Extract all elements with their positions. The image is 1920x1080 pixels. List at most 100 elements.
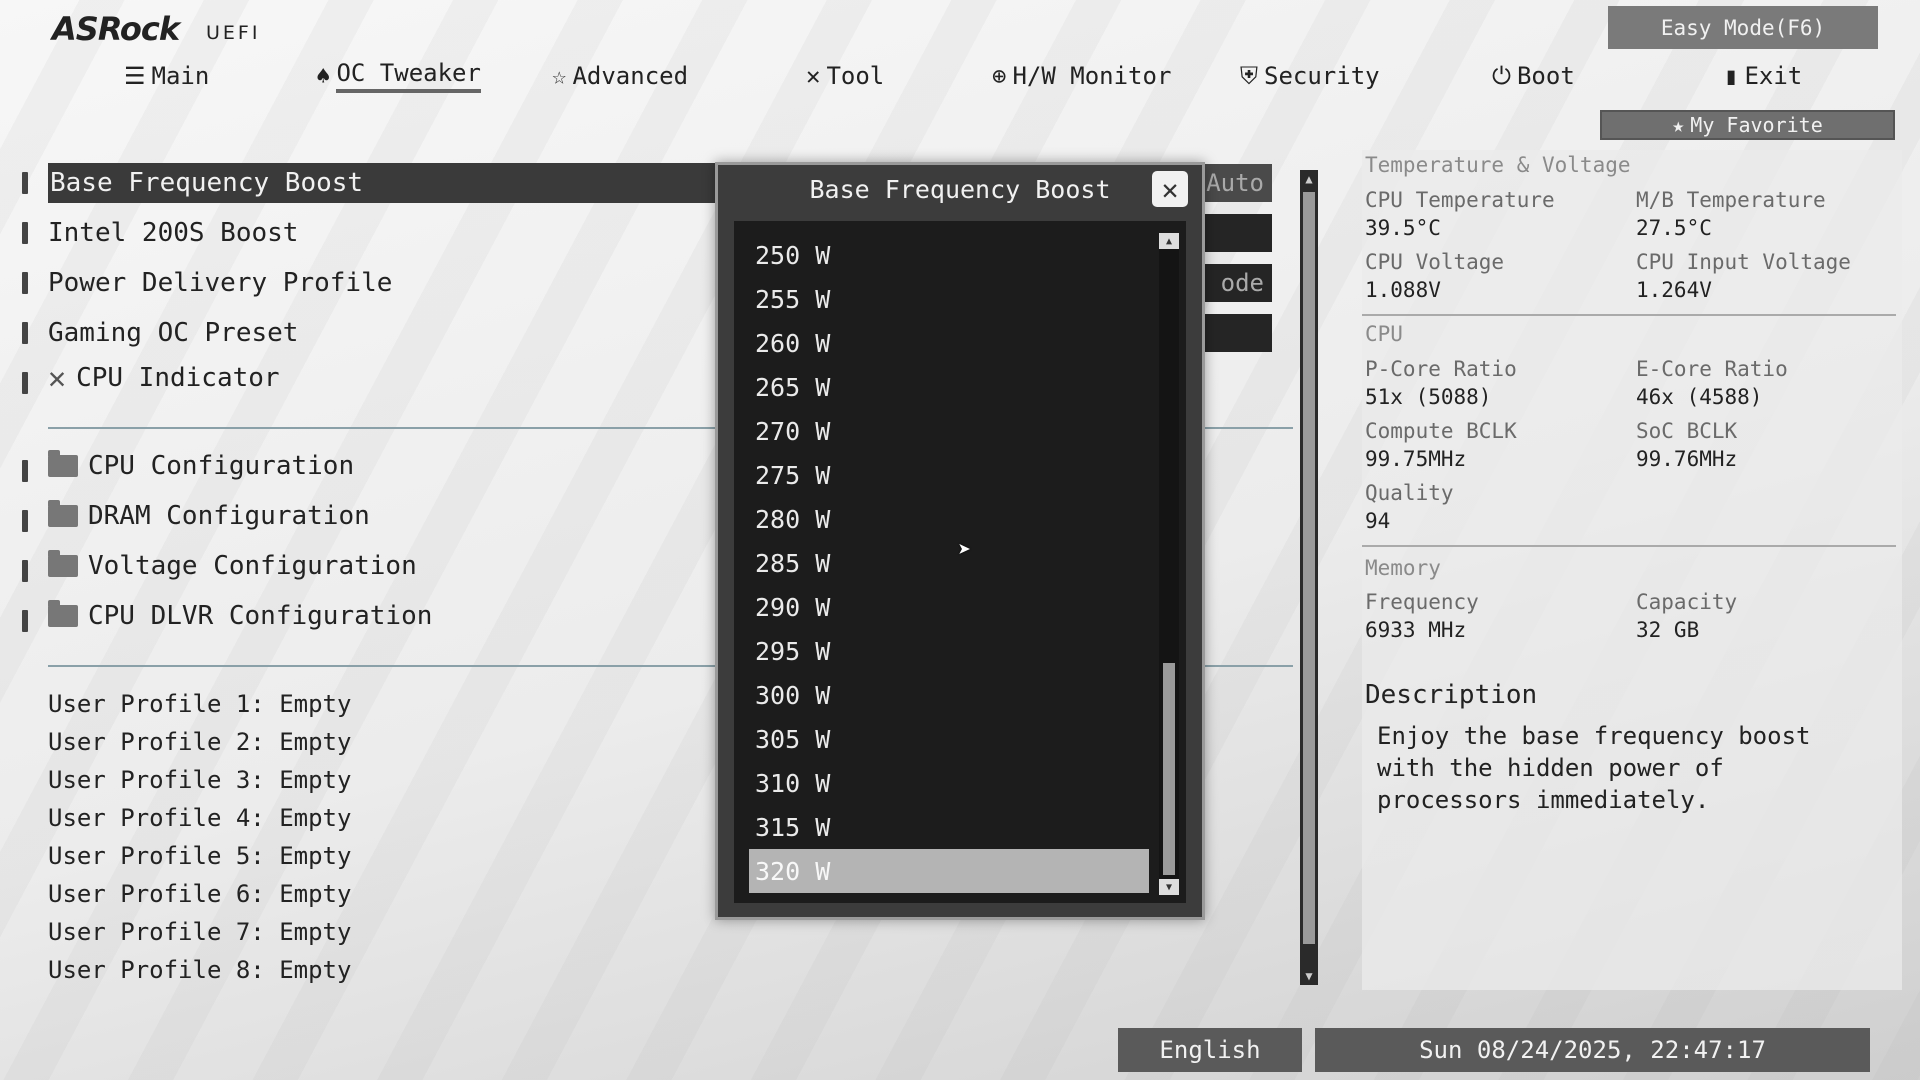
bullet-marker [22,560,28,582]
bullet-marker [22,272,28,294]
quality-value: 94 [1365,509,1391,533]
option-item[interactable]: 265 W [749,365,1149,409]
pcore-ratio-value: 51x (5088) [1365,385,1492,409]
tab-hw-monitor[interactable]: ⊕ H/W Monitor [992,56,1171,96]
asrock-logo: ASRock [52,10,180,48]
easy-mode-button[interactable]: Easy Mode(F6) [1608,6,1878,49]
scroll-up-icon[interactable]: ▲ [1300,170,1318,188]
user-profile-5[interactable]: User Profile 5: Empty [48,842,351,872]
tab-tool[interactable]: ✕ Tool [806,56,884,96]
menu-item-intel-200s-boost[interactable]: Intel 200S Boost [48,213,298,253]
option-item[interactable]: 285 W [749,541,1149,585]
tool-icon: ✕ [806,62,821,90]
option-item[interactable]: 315 W [749,805,1149,849]
tab-oc-tweaker[interactable]: ♠ OC Tweaker [316,56,481,96]
memory-section-header: Memory [1365,556,1441,580]
option-list-scrollbar[interactable]: ▲ ▼ [1159,233,1179,895]
pcore-ratio-label: P-Core Ratio [1365,357,1517,381]
tab-advanced[interactable]: ☆ Advanced [552,56,688,96]
soc-bclk-value: 99.76MHz [1636,447,1738,471]
cpu-input-voltage-label: CPU Input Voltage [1636,250,1851,274]
bullet-marker [22,510,28,532]
mouse-cursor-icon: ➤ [958,538,972,563]
bullet-marker [22,610,28,632]
list-icon: ☰ [124,62,146,90]
shield-icon: ⛨ [1240,62,1258,90]
folder-icon [48,550,78,577]
memory-capacity-value: 32 GB [1636,618,1700,642]
option-item[interactable]: 295 W [749,629,1149,673]
close-icon[interactable]: ✕ [1152,171,1188,207]
option-item[interactable]: 255 W [749,277,1149,321]
folder-icon [48,600,78,627]
language-button[interactable]: English [1118,1028,1302,1072]
option-item[interactable]: 275 W [749,453,1149,497]
exit-icon: ▮ [1724,62,1739,90]
description-text: Enjoy the base frequency boost with the … [1377,722,1811,814]
ecore-ratio-value: 46x (4588) [1636,385,1763,409]
uefi-label: UEFI [206,22,261,44]
tab-boot[interactable]: ⏻ Boot [1492,56,1575,96]
option-item[interactable]: 280 W [749,497,1149,541]
user-profile-4[interactable]: User Profile 4: Empty [48,804,351,834]
option-item[interactable]: 300 W [749,673,1149,717]
tab-main[interactable]: ☰ Main [124,56,209,96]
option-item[interactable]: 250 W [749,233,1149,277]
soc-bclk-label: SoC BCLK [1636,419,1738,443]
cpu-voltage-value: 1.088V [1365,278,1441,302]
option-item[interactable]: 305 W [749,717,1149,761]
panel-divider [1362,314,1896,316]
quality-label: Quality [1365,481,1454,505]
menu-item-cpu-indicator[interactable]: ✕ CPU Indicator [48,358,280,398]
main-scrollbar[interactable]: ▲ ▼ [1300,170,1318,985]
bullet-marker [22,372,28,394]
hw-info-panel [1362,150,1902,990]
bullet-marker [22,460,28,482]
compute-bclk-value: 99.75MHz [1365,447,1467,471]
scroll-down-icon[interactable]: ▼ [1300,967,1318,985]
power-icon: ⏻ [1492,62,1511,90]
wrench-icon: ✕ [48,360,67,396]
temp-voltage-header: Temperature & Voltage [1365,153,1631,177]
tab-exit[interactable]: ▮ Exit [1724,56,1802,96]
menu-item-base-frequency-boost[interactable]: Base Frequency Boost [48,163,750,203]
user-profile-2[interactable]: User Profile 2: Empty [48,728,351,758]
bullet-marker [22,322,28,344]
memory-capacity-label: Capacity [1636,590,1738,614]
scroll-down-icon[interactable]: ▼ [1159,879,1179,895]
option-item[interactable]: 310 W [749,761,1149,805]
folder-icon [48,450,78,477]
monitor-icon: ⊕ [992,62,1007,90]
compute-bclk-label: Compute BCLK [1365,419,1517,443]
user-profile-3[interactable]: User Profile 3: Empty [48,766,351,796]
user-profile-6[interactable]: User Profile 6: Empty [48,880,351,910]
cpu-section-header: CPU [1365,322,1403,346]
user-profile-1[interactable]: User Profile 1: Empty [48,690,351,720]
option-item[interactable]: 270 W [749,409,1149,453]
folder-cpu-dlvr-configuration[interactable]: CPU DLVR Configuration [48,596,432,636]
folder-dram-configuration[interactable]: DRAM Configuration [48,496,370,536]
folder-voltage-configuration[interactable]: Voltage Configuration [48,546,417,586]
user-profile-8[interactable]: User Profile 8: Empty [48,956,351,986]
star-icon: ★ [1672,113,1685,137]
my-favorite-label: My Favorite [1690,113,1823,137]
mb-temp-label: M/B Temperature [1636,188,1826,212]
cpu-temp-value: 39.5°C [1365,216,1441,240]
rocket-icon: ♠ [316,62,331,90]
scrollbar-thumb[interactable] [1303,192,1315,944]
description-title: Description [1365,680,1538,710]
menu-item-power-delivery-profile[interactable]: Power Delivery Profile [48,263,392,303]
option-item[interactable]: 260 W [749,321,1149,365]
folder-cpu-configuration[interactable]: CPU Configuration [48,446,354,486]
my-favorite-button[interactable]: ★ My Favorite [1600,110,1895,140]
tab-security[interactable]: ⛨ Security [1240,56,1380,96]
scroll-up-icon[interactable]: ▲ [1159,233,1179,249]
option-item[interactable]: 290 W [749,585,1149,629]
scrollbar-thumb[interactable] [1163,663,1175,875]
user-profile-7[interactable]: User Profile 7: Empty [48,918,351,948]
option-item-selected[interactable]: 320 W [749,849,1149,893]
menu-item-gaming-oc-preset[interactable]: Gaming OC Preset [48,313,298,353]
bullet-marker [22,172,28,194]
ecore-ratio-label: E-Core Ratio [1636,357,1788,381]
cpu-voltage-label: CPU Voltage [1365,250,1505,274]
